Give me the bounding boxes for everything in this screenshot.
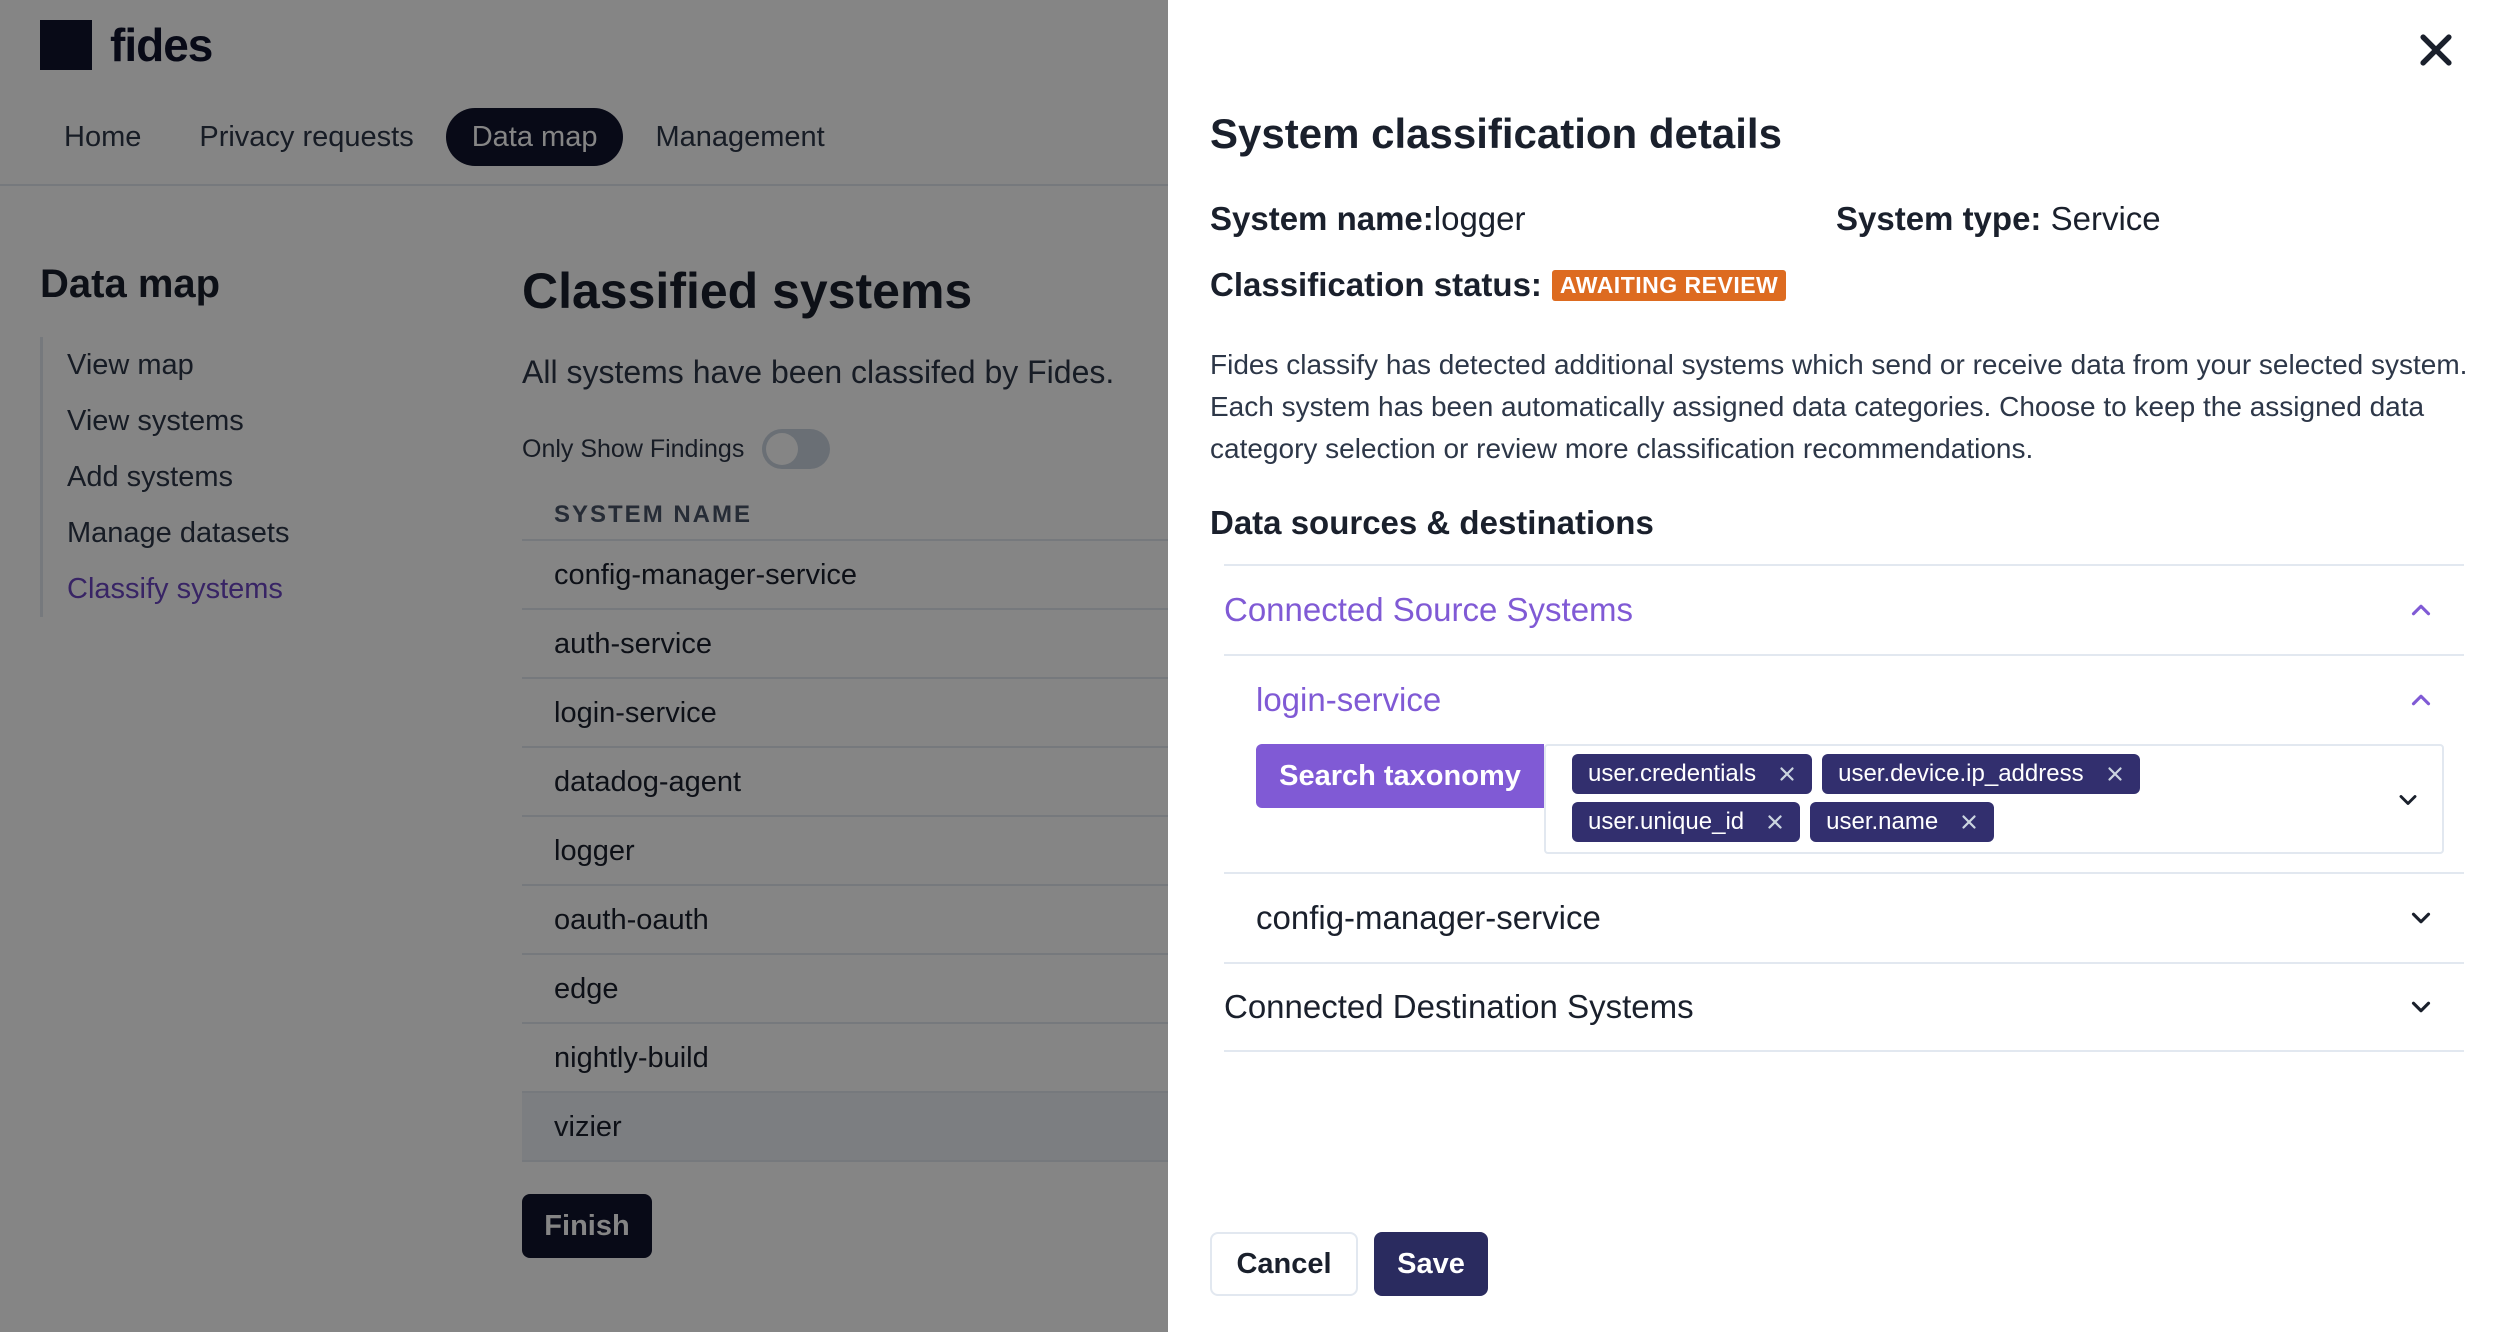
chevron-down-icon[interactable] [2394, 786, 2422, 814]
system-type-row: System type: Service [1836, 200, 2161, 238]
system-type-label: System type: [1836, 200, 2042, 237]
drawer-title: System classification details [1210, 110, 1782, 157]
destination-systems-header[interactable]: Connected Destination Systems [1224, 962, 2464, 1052]
destination-systems-label: Connected Destination Systems [1224, 988, 1694, 1025]
source-item-login-service-header[interactable]: login-service [1224, 654, 2464, 744]
tag-remove-icon[interactable] [1764, 811, 1786, 833]
section-title: Data sources & destinations [1210, 504, 1654, 541]
cancel-button[interactable]: Cancel [1210, 1232, 1358, 1296]
data-category-tag: user.credentials [1572, 754, 1813, 794]
close-button[interactable] [2414, 28, 2458, 72]
system-name-value: logger [1433, 200, 1526, 237]
source-item-label: login-service [1256, 681, 1442, 718]
tag-label: user.credentials [1588, 760, 1757, 787]
classification-status-row: Classification status: AWAITING REVIEW [1210, 266, 1787, 304]
tag-remove-icon[interactable] [2104, 763, 2126, 785]
tag-label: user.name [1826, 808, 1939, 835]
tag-remove-icon[interactable] [1958, 811, 1980, 833]
source-systems-panel: login-service Search taxonomy user.crede… [1224, 654, 2464, 962]
login-service-panel: Search taxonomy user.credentials user.de… [1256, 744, 2464, 872]
drawer-footer: Cancel Save [1210, 1232, 1488, 1296]
chevron-down-icon [2411, 912, 2431, 924]
system-type-value: Service [2050, 200, 2161, 237]
tag-list: user.credentials user.device.ip_address … [1572, 754, 2252, 842]
source-item-config-manager-service-header[interactable]: config-manager-service [1224, 872, 2464, 962]
data-category-tag: user.name [1810, 802, 1995, 842]
classification-drawer: System classification details System nam… [1168, 0, 2494, 1332]
status-badge: AWAITING REVIEW [1551, 269, 1787, 301]
search-taxonomy-button[interactable]: Search taxonomy [1256, 744, 1544, 808]
chevron-up-icon [2411, 694, 2431, 706]
tag-label: user.device.ip_address [1838, 760, 2084, 787]
tag-label: user.unique_id [1588, 808, 1745, 835]
data-category-tag: user.device.ip_address [1822, 754, 2140, 794]
close-icon [2420, 34, 2452, 66]
source-systems-label: Connected Source Systems [1224, 591, 1634, 628]
chevron-up-icon [2411, 604, 2431, 616]
system-name-row: System name:logger [1210, 200, 1526, 238]
system-name-label: System name: [1210, 200, 1434, 237]
drawer-description: Fides classify has detected additional s… [1210, 349, 2468, 464]
save-button[interactable]: Save [1374, 1232, 1488, 1296]
source-systems-header[interactable]: Connected Source Systems [1224, 564, 2464, 654]
source-item-label: config-manager-service [1256, 899, 1601, 936]
data-category-select[interactable]: user.credentials user.device.ip_address … [1544, 744, 2444, 854]
data-category-tag: user.unique_id [1572, 802, 1801, 842]
status-label: Classification status: [1210, 266, 1542, 303]
tag-remove-icon[interactable] [1776, 763, 1798, 785]
chevron-down-icon [2411, 1001, 2431, 1013]
sources-destinations-accordion: Connected Source Systems login-service S… [1224, 564, 2464, 1052]
